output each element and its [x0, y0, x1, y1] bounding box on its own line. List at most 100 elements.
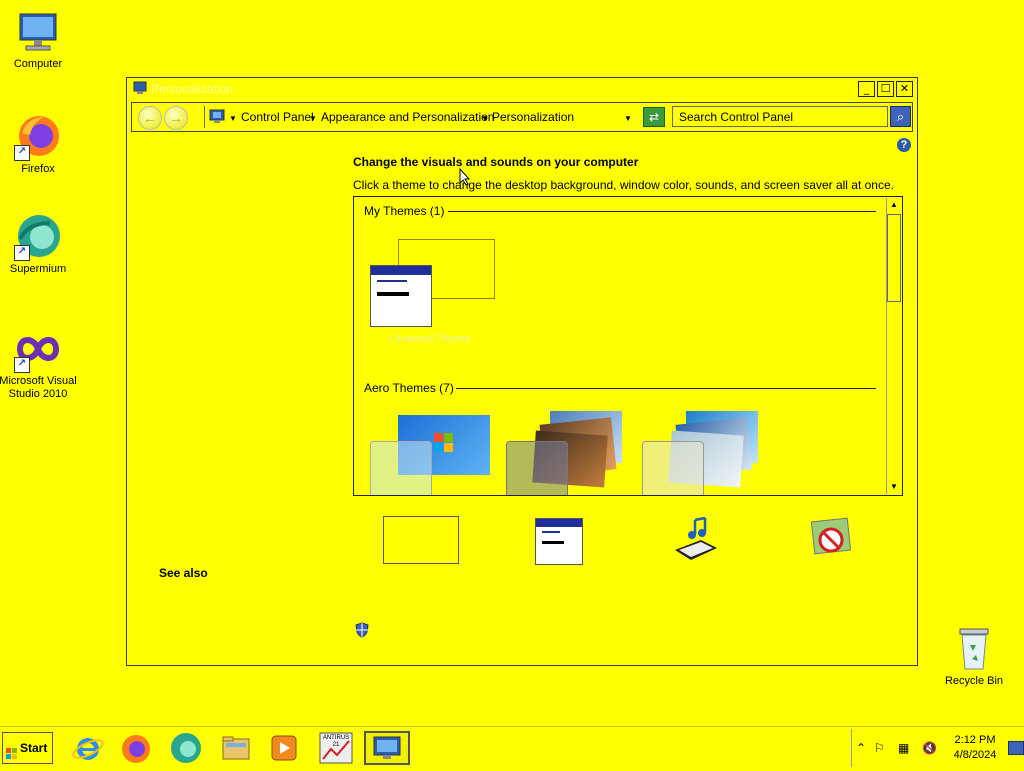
recycle-bin-icon	[954, 625, 994, 671]
theme-nature[interactable]	[640, 411, 770, 495]
window-title: Personalization	[151, 82, 234, 96]
mini-window-line	[542, 531, 560, 533]
uac-shield-icon	[355, 622, 369, 638]
supermium-icon	[171, 733, 201, 763]
sounds-button[interactable]	[671, 516, 721, 564]
scroll-down-button[interactable]: ▼	[887, 480, 901, 494]
folder-icon	[222, 736, 250, 760]
minimize-button[interactable]: _	[858, 81, 875, 97]
action-center-flag-icon[interactable]: ⚐	[874, 741, 885, 755]
desktop-icon-label: Recycle Bin	[944, 675, 1004, 687]
desktop-icon-computer[interactable]: Computer	[0, 8, 78, 71]
breadcrumb-personalization[interactable]: Personalization	[492, 110, 574, 124]
back-arrow-icon: ←	[143, 110, 157, 126]
desktop-icon-supermium[interactable]: ↗ Supermium	[0, 213, 78, 276]
volume-muted-icon[interactable]: 🔇	[922, 741, 937, 755]
themes-list[interactable]: My Themes (1) Unsaved Theme Aero Themes …	[353, 196, 903, 496]
mouse-cursor-icon	[459, 167, 471, 189]
taskbar-internet-explorer[interactable]	[69, 731, 107, 765]
windows-logo-icon	[6, 741, 18, 759]
theme-unsaved[interactable]: Unsaved Theme	[368, 237, 498, 345]
taskbar-file-explorer[interactable]	[217, 731, 255, 765]
internet-explorer-icon	[72, 738, 104, 760]
address-history-dropdown[interactable]: ▼	[624, 110, 632, 124]
control-panel-icon	[133, 81, 147, 95]
window-color-button[interactable]	[535, 518, 583, 565]
my-themes-header: My Themes (1)	[364, 204, 445, 218]
desktop-icon-firefox[interactable]: ↗ Firefox	[0, 113, 78, 176]
taskbar-media-player[interactable]	[265, 731, 303, 765]
clock-date: 4/8/2024	[953, 749, 997, 761]
group-divider	[448, 211, 876, 212]
mini-window-titlebar	[371, 266, 431, 275]
mini-window-line	[377, 280, 407, 282]
glass-window-preview	[642, 441, 704, 495]
themes-scrollbar[interactable]: ▲ ▼	[886, 198, 901, 494]
address-bar[interactable]: ▼ Control Panel ▼ Appearance and Persona…	[204, 106, 643, 128]
shortcut-arrow-icon: ↗	[14, 145, 30, 161]
desktop-icon-visual-studio[interactable]: ↗ Microsoft Visual Studio 2010	[0, 325, 78, 401]
desktop-icon-label: Computer	[13, 58, 63, 70]
desktop-icon-recycle-bin[interactable]: Recycle Bin	[940, 625, 1008, 687]
shortcut-arrow-icon: ↗	[14, 245, 30, 261]
clock[interactable]: 2:12 PM 4/8/2024	[944, 733, 1006, 763]
glass-window-preview	[506, 441, 568, 495]
scrollbar-thumb[interactable]	[887, 214, 901, 302]
breadcrumb-separator[interactable]: ▼	[229, 110, 237, 124]
chevron-down-icon: ▼	[481, 114, 489, 123]
forward-arrow-icon: →	[169, 110, 183, 126]
breadcrumb-separator[interactable]: ▼	[481, 110, 489, 124]
mini-window-line	[542, 541, 564, 544]
desktop-icon-label: Supermium	[9, 263, 67, 275]
close-button[interactable]: ✕	[896, 81, 913, 97]
search-input[interactable]: Search Control Panel	[672, 106, 888, 127]
control-panel-icon	[373, 736, 401, 759]
control-panel-icon	[209, 109, 225, 125]
show-desktop-button[interactable]	[1008, 741, 1024, 755]
desktop-icon-label: Firefox	[21, 163, 55, 175]
network-icon[interactable]: ▦	[898, 741, 909, 755]
mini-window-line	[377, 292, 409, 296]
breadcrumb-separator[interactable]: ▼	[309, 110, 317, 124]
maximize-button[interactable]: ☐	[877, 81, 894, 97]
breadcrumb-appearance[interactable]: Appearance and Personalization	[321, 110, 494, 124]
taskbar-antivirus[interactable]: ANTIRUS 21	[317, 731, 355, 765]
desktop-icon-label: Microsoft Visual Studio 2010	[0, 375, 77, 400]
chevron-down-icon: ▼	[309, 114, 317, 123]
forward-button[interactable]: →	[164, 106, 188, 130]
computer-icon	[14, 8, 62, 56]
refresh-button[interactable]: ⇄	[643, 107, 665, 127]
start-button[interactable]: Start	[2, 732, 53, 764]
theme-windows-7[interactable]	[368, 413, 498, 495]
firefox-icon: ↗	[14, 113, 62, 161]
refresh-icon: ⇄	[648, 110, 660, 124]
scroll-up-button[interactable]: ▲	[887, 198, 901, 212]
title-bar[interactable]: Personalization _ ☐ ✕	[127, 78, 917, 100]
taskbar-control-panel[interactable]	[364, 731, 410, 765]
help-icon[interactable]: ?	[897, 138, 911, 152]
show-hidden-icons-button[interactable]: ⌃	[856, 741, 866, 755]
firefox-icon	[122, 735, 150, 763]
theme-label: Unsaved Theme	[390, 333, 471, 345]
search-button[interactable]: ⌕	[890, 106, 911, 127]
back-button[interactable]: ←	[138, 106, 162, 130]
search-icon: ⌕	[896, 109, 905, 124]
page-description: Click a theme to change the desktop back…	[353, 178, 894, 192]
theme-architecture[interactable]	[504, 411, 634, 495]
glass-window-preview	[370, 441, 432, 495]
screen-saver-icon	[810, 517, 852, 555]
page-heading: Change the visuals and sounds on your co…	[353, 155, 639, 169]
system-tray: ⌃ ⚐ ▦ 🔇 2:12 PM 4/8/2024	[851, 729, 1024, 767]
taskbar-supermium[interactable]	[167, 731, 205, 765]
screen-saver-button[interactable]	[809, 516, 853, 562]
chevron-down-icon: ▼	[229, 114, 237, 123]
see-also-heading: See also	[159, 566, 208, 580]
taskbar-firefox[interactable]	[117, 731, 155, 765]
start-label: Start	[20, 741, 48, 755]
desktop-background-button[interactable]	[383, 516, 459, 564]
media-player-icon	[271, 735, 297, 761]
breadcrumb-control-panel[interactable]: Control Panel	[241, 110, 314, 124]
shortcut-arrow-icon: ↗	[14, 357, 30, 373]
chevron-down-icon: ▼	[624, 114, 632, 123]
navigation-bar: ← → ▼ Control Panel ▼ Appearance and Per…	[131, 102, 913, 132]
